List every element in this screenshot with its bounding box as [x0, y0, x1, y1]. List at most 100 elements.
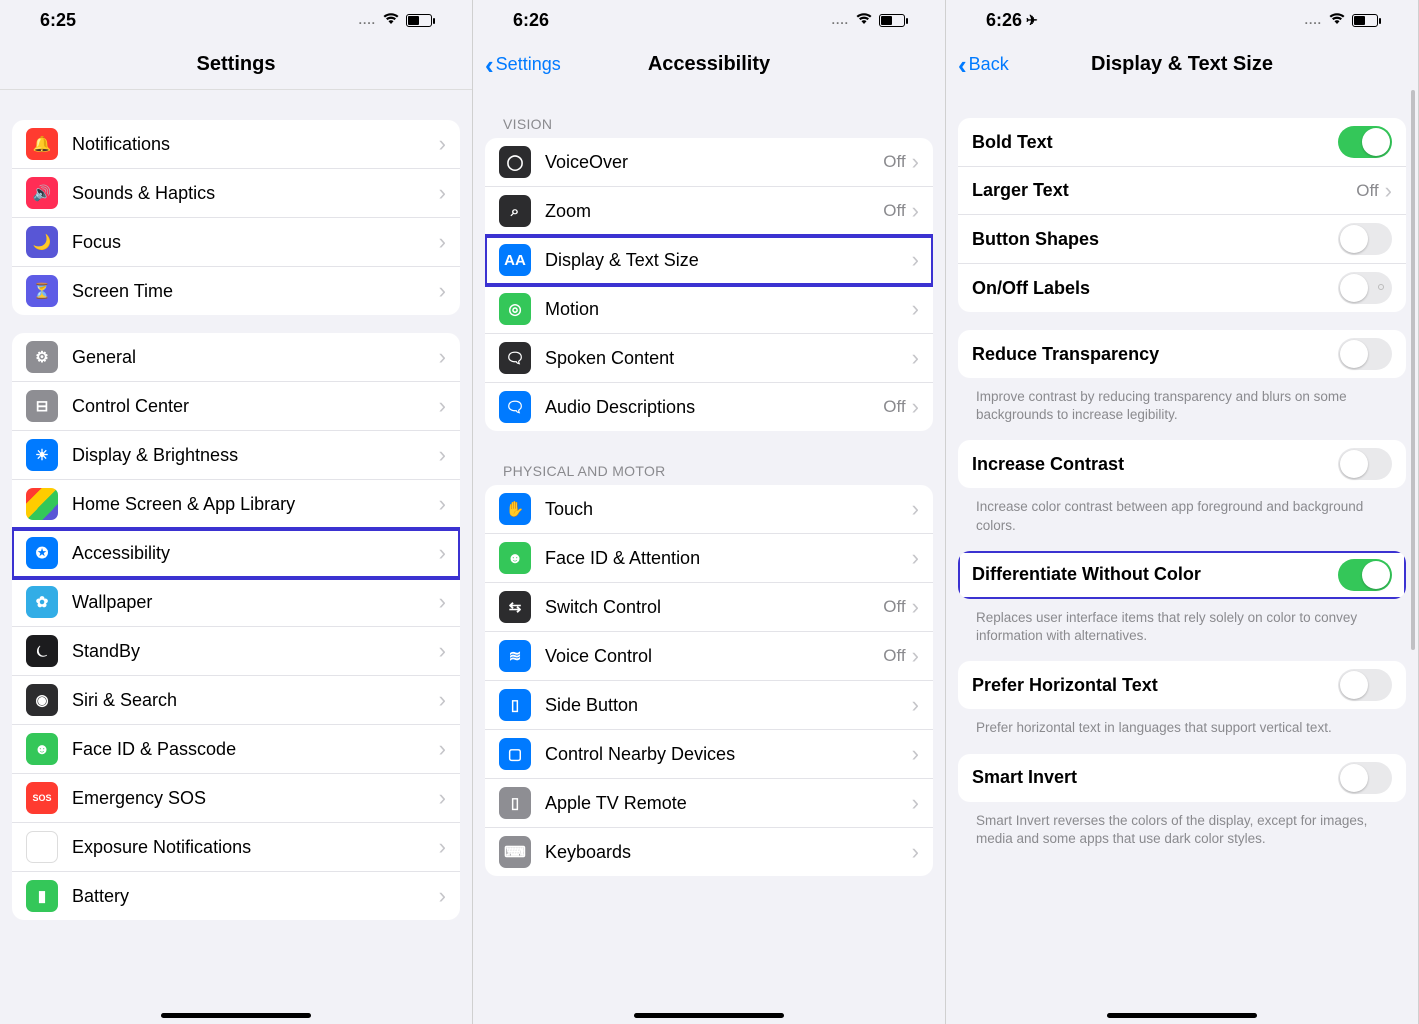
row-label: Emergency SOS: [72, 788, 439, 809]
nearby-devices-icon: ▢: [499, 738, 531, 770]
row-larger-text[interactable]: Larger TextOff›: [958, 167, 1406, 215]
section-footer: Replaces user interface items that rely …: [958, 605, 1406, 661]
toggle-on-off-labels[interactable]: [1338, 272, 1392, 304]
chevron-right-icon: ›: [912, 345, 919, 371]
back-button[interactable]: ‹ Settings: [485, 52, 561, 78]
row-bold-text[interactable]: Bold Text: [958, 118, 1406, 167]
toggle-smart-invert[interactable]: [1338, 762, 1392, 794]
row-standby[interactable]: ⏾ StandBy ›: [12, 627, 460, 676]
chevron-right-icon: ›: [439, 131, 446, 157]
row-label: Home Screen & App Library: [72, 494, 439, 515]
row-apple-tv-remote[interactable]: ▯ Apple TV Remote ›: [485, 779, 933, 828]
row-label: Switch Control: [545, 597, 883, 618]
settings-content[interactable]: 🔔 Notifications › 🔊 Sounds & Haptics › 🌙…: [0, 90, 472, 1024]
row-general[interactable]: ⚙︎ General ›: [12, 333, 460, 382]
row-notifications[interactable]: 🔔 Notifications ›: [12, 120, 460, 169]
display-text-group: Bold Text Larger TextOff› Button Shapes …: [958, 118, 1406, 312]
row-switch-control[interactable]: ⇆ Switch Control Off ›: [485, 583, 933, 632]
toggle-prefer-horizontal-text[interactable]: [1338, 669, 1392, 701]
row-emergency-sos[interactable]: SOS Emergency SOS ›: [12, 774, 460, 823]
section-header: PHYSICAL AND MOTOR: [485, 449, 933, 485]
standby-icon: ⏾: [26, 635, 58, 667]
status-bar: 6:25 ....: [0, 0, 472, 40]
row-control-nearby-devices[interactable]: ▢ Control Nearby Devices ›: [485, 730, 933, 779]
row-audio-descriptions[interactable]: 🗨 Audio Descriptions Off ›: [485, 383, 933, 431]
row-label: Wallpaper: [72, 592, 439, 613]
toggle-increase-contrast[interactable]: [1338, 448, 1392, 480]
accessibility-content[interactable]: VISION ◯ VoiceOver Off › ⌕ Zoom Off › AA…: [473, 90, 945, 1024]
chevron-right-icon: ›: [912, 496, 919, 522]
row-face-id-passcode[interactable]: ☻ Face ID & Passcode ›: [12, 725, 460, 774]
toggle-bold-text[interactable]: [1338, 126, 1392, 158]
row-prefer-horizontal-text[interactable]: Prefer Horizontal Text: [958, 661, 1406, 709]
chevron-right-icon: ›: [912, 296, 919, 322]
row-label: Spoken Content: [545, 348, 912, 369]
cellular-icon: ....: [1305, 13, 1322, 27]
toggle-differentiate-without-color[interactable]: [1338, 559, 1392, 591]
row-face-id-attention[interactable]: ☻ Face ID & Attention ›: [485, 534, 933, 583]
row-spoken-content[interactable]: 🗨 Spoken Content ›: [485, 334, 933, 383]
row-label: VoiceOver: [545, 152, 883, 173]
status-icons: ....: [1305, 12, 1378, 28]
row-reduce-transparency[interactable]: Reduce Transparency: [958, 330, 1406, 378]
section-footer: Prefer horizontal text in languages that…: [958, 715, 1406, 753]
row-zoom[interactable]: ⌕ Zoom Off ›: [485, 187, 933, 236]
row-home-screen-app-library[interactable]: Home Screen & App Library ›: [12, 480, 460, 529]
row-accessibility[interactable]: ✪ Accessibility ›: [12, 529, 460, 578]
row-keyboards[interactable]: ⌨ Keyboards ›: [485, 828, 933, 876]
back-button[interactable]: ‹ Back: [958, 52, 1009, 78]
back-label: Settings: [496, 54, 561, 75]
chevron-left-icon: ‹: [485, 52, 494, 78]
wallpaper-icon: ✿: [26, 586, 58, 618]
row-battery[interactable]: ▮ Battery ›: [12, 872, 460, 920]
display-text-group: Reduce Transparency: [958, 330, 1406, 378]
home-indicator[interactable]: [1107, 1013, 1257, 1018]
scroll-indicator[interactable]: [1411, 90, 1415, 650]
chevron-right-icon: ›: [439, 229, 446, 255]
row-screen-time[interactable]: ⏳ Screen Time ›: [12, 267, 460, 315]
row-label: Apple TV Remote: [545, 793, 912, 814]
row-wallpaper[interactable]: ✿ Wallpaper ›: [12, 578, 460, 627]
row-button-shapes[interactable]: Button Shapes: [958, 215, 1406, 264]
home-indicator[interactable]: [634, 1013, 784, 1018]
row-control-center[interactable]: ⊟ Control Center ›: [12, 382, 460, 431]
row-on-off-labels[interactable]: On/Off Labels: [958, 264, 1406, 312]
chevron-right-icon: ›: [439, 736, 446, 762]
row-focus[interactable]: 🌙 Focus ›: [12, 218, 460, 267]
row-smart-invert[interactable]: Smart Invert: [958, 754, 1406, 802]
row-sounds-haptics[interactable]: 🔊 Sounds & Haptics ›: [12, 169, 460, 218]
row-voiceover[interactable]: ◯ VoiceOver Off ›: [485, 138, 933, 187]
display-text-content[interactable]: Bold Text Larger TextOff› Button Shapes …: [946, 90, 1418, 1024]
screentime-icon: ⏳: [26, 275, 58, 307]
row-label: StandBy: [72, 641, 439, 662]
settings-group-2: ⚙︎ General › ⊟ Control Center › ☀︎ Displ…: [12, 333, 460, 920]
chevron-right-icon: ›: [439, 589, 446, 615]
status-time: 6:26: [986, 10, 1022, 31]
navbar: ‹ Back Display & Text Size: [946, 40, 1418, 90]
row-side-button[interactable]: ▯ Side Button ›: [485, 681, 933, 730]
status-time: 6:26: [513, 10, 549, 31]
settings-group-1: 🔔 Notifications › 🔊 Sounds & Haptics › 🌙…: [12, 120, 460, 315]
section-header: VISION: [485, 102, 933, 138]
row-label: Control Center: [72, 396, 439, 417]
row-value: Off: [883, 597, 905, 617]
row-display-text-size[interactable]: AA Display & Text Size ›: [485, 236, 933, 285]
display-text-group: Smart Invert: [958, 754, 1406, 802]
row-touch[interactable]: ✋ Touch ›: [485, 485, 933, 534]
spoken-content-icon: 🗨: [499, 342, 531, 374]
row-voice-control[interactable]: ≋ Voice Control Off ›: [485, 632, 933, 681]
row-increase-contrast[interactable]: Increase Contrast: [958, 440, 1406, 488]
status-icons: ....: [359, 12, 432, 28]
row-differentiate-without-color[interactable]: Differentiate Without Color: [958, 551, 1406, 599]
row-siri-search[interactable]: ◉ Siri & Search ›: [12, 676, 460, 725]
row-exposure-notifications[interactable]: ⟳ Exposure Notifications ›: [12, 823, 460, 872]
toggle-button-shapes[interactable]: [1338, 223, 1392, 255]
chevron-right-icon: ›: [439, 442, 446, 468]
row-motion[interactable]: ◎ Motion ›: [485, 285, 933, 334]
accessibility-icon: ✪: [26, 537, 58, 569]
chevron-right-icon: ›: [912, 198, 919, 224]
row-value: Off: [883, 201, 905, 221]
home-indicator[interactable]: [161, 1013, 311, 1018]
row-display-brightness[interactable]: ☀︎ Display & Brightness ›: [12, 431, 460, 480]
toggle-reduce-transparency[interactable]: [1338, 338, 1392, 370]
